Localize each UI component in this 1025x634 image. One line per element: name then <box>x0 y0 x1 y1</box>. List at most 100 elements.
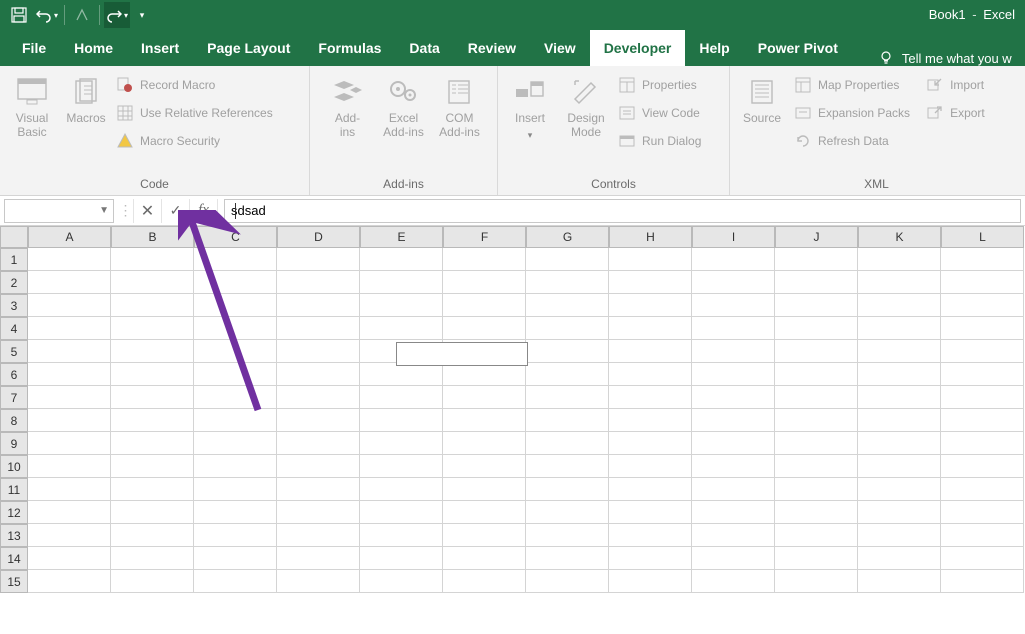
cell[interactable] <box>443 570 526 593</box>
cell[interactable] <box>360 547 443 570</box>
cell[interactable] <box>858 501 941 524</box>
cell[interactable] <box>28 455 111 478</box>
cell[interactable] <box>858 317 941 340</box>
tab-file[interactable]: File <box>8 30 60 66</box>
cell[interactable] <box>858 478 941 501</box>
undo-button[interactable]: ▾ <box>34 2 60 28</box>
cell[interactable] <box>194 524 277 547</box>
cell[interactable] <box>194 547 277 570</box>
macro-security-button[interactable]: Macro Security <box>114 130 275 152</box>
column-header[interactable]: J <box>775 226 858 248</box>
tab-developer[interactable]: Developer <box>590 30 686 66</box>
cell[interactable] <box>775 432 858 455</box>
cell[interactable] <box>692 570 775 593</box>
cell[interactable] <box>28 409 111 432</box>
tab-help[interactable]: Help <box>685 30 743 66</box>
row-header[interactable]: 13 <box>0 524 28 547</box>
cell[interactable] <box>277 294 360 317</box>
tab-power-pivot[interactable]: Power Pivot <box>744 30 852 66</box>
cell[interactable] <box>526 340 609 363</box>
cell[interactable] <box>775 271 858 294</box>
cell[interactable] <box>277 478 360 501</box>
cell[interactable] <box>526 386 609 409</box>
cell[interactable] <box>858 294 941 317</box>
spreadsheet-grid[interactable]: ABCDEFGHIJKL123456789101112131415 <box>0 226 1025 593</box>
cell[interactable] <box>277 340 360 363</box>
column-header[interactable]: C <box>194 226 277 248</box>
tab-home[interactable]: Home <box>60 30 127 66</box>
cell[interactable] <box>526 501 609 524</box>
cell[interactable] <box>858 524 941 547</box>
cell[interactable] <box>111 340 194 363</box>
cell[interactable] <box>526 409 609 432</box>
cell[interactable] <box>941 455 1024 478</box>
cell[interactable] <box>526 570 609 593</box>
cell[interactable] <box>609 317 692 340</box>
redo-button[interactable]: ▾ <box>104 2 130 28</box>
cell[interactable] <box>526 363 609 386</box>
import-button[interactable]: Import <box>924 74 987 96</box>
cell[interactable] <box>443 478 526 501</box>
cell[interactable] <box>443 317 526 340</box>
worksheet-textbox[interactable] <box>396 342 528 366</box>
cell[interactable] <box>111 294 194 317</box>
cell[interactable] <box>277 386 360 409</box>
cell[interactable] <box>609 409 692 432</box>
cell[interactable] <box>941 478 1024 501</box>
column-header[interactable]: I <box>692 226 775 248</box>
column-header[interactable]: G <box>526 226 609 248</box>
cell[interactable] <box>609 432 692 455</box>
customize-qat-button[interactable]: ▾ <box>132 2 152 28</box>
cell[interactable] <box>194 386 277 409</box>
cell[interactable] <box>692 363 775 386</box>
cell[interactable] <box>692 432 775 455</box>
column-header[interactable]: L <box>941 226 1024 248</box>
cell[interactable] <box>277 271 360 294</box>
cell[interactable] <box>194 478 277 501</box>
row-header[interactable]: 7 <box>0 386 28 409</box>
cell[interactable] <box>526 524 609 547</box>
cell[interactable] <box>609 271 692 294</box>
cell[interactable] <box>526 432 609 455</box>
cell[interactable] <box>775 294 858 317</box>
cell[interactable] <box>692 294 775 317</box>
cell[interactable] <box>28 524 111 547</box>
cell[interactable] <box>277 570 360 593</box>
cell[interactable] <box>277 317 360 340</box>
cell[interactable] <box>111 432 194 455</box>
expansion-packs-button[interactable]: Expansion Packs <box>792 102 912 124</box>
cell[interactable] <box>28 317 111 340</box>
cell[interactable] <box>28 432 111 455</box>
tab-review[interactable]: Review <box>454 30 530 66</box>
cell[interactable] <box>775 501 858 524</box>
cell[interactable] <box>692 524 775 547</box>
cell[interactable] <box>360 386 443 409</box>
cell[interactable] <box>692 547 775 570</box>
cell[interactable] <box>858 547 941 570</box>
cell[interactable] <box>28 340 111 363</box>
cell[interactable] <box>775 248 858 271</box>
cell[interactable] <box>111 501 194 524</box>
cell[interactable] <box>526 547 609 570</box>
cell[interactable] <box>941 409 1024 432</box>
row-header[interactable]: 15 <box>0 570 28 593</box>
cell[interactable] <box>858 409 941 432</box>
cell[interactable] <box>858 570 941 593</box>
cell[interactable] <box>526 317 609 340</box>
cancel-button[interactable]: ✕ <box>134 199 162 223</box>
cell[interactable] <box>609 547 692 570</box>
cell[interactable] <box>941 248 1024 271</box>
cell[interactable] <box>360 570 443 593</box>
cell[interactable] <box>194 248 277 271</box>
cell[interactable] <box>692 409 775 432</box>
tab-data[interactable]: Data <box>395 30 453 66</box>
cell[interactable] <box>443 294 526 317</box>
cell[interactable] <box>692 271 775 294</box>
cell[interactable] <box>111 478 194 501</box>
row-header[interactable]: 12 <box>0 501 28 524</box>
cell[interactable] <box>692 478 775 501</box>
cell[interactable] <box>28 271 111 294</box>
cell[interactable] <box>111 248 194 271</box>
row-header[interactable]: 11 <box>0 478 28 501</box>
cell[interactable] <box>360 248 443 271</box>
